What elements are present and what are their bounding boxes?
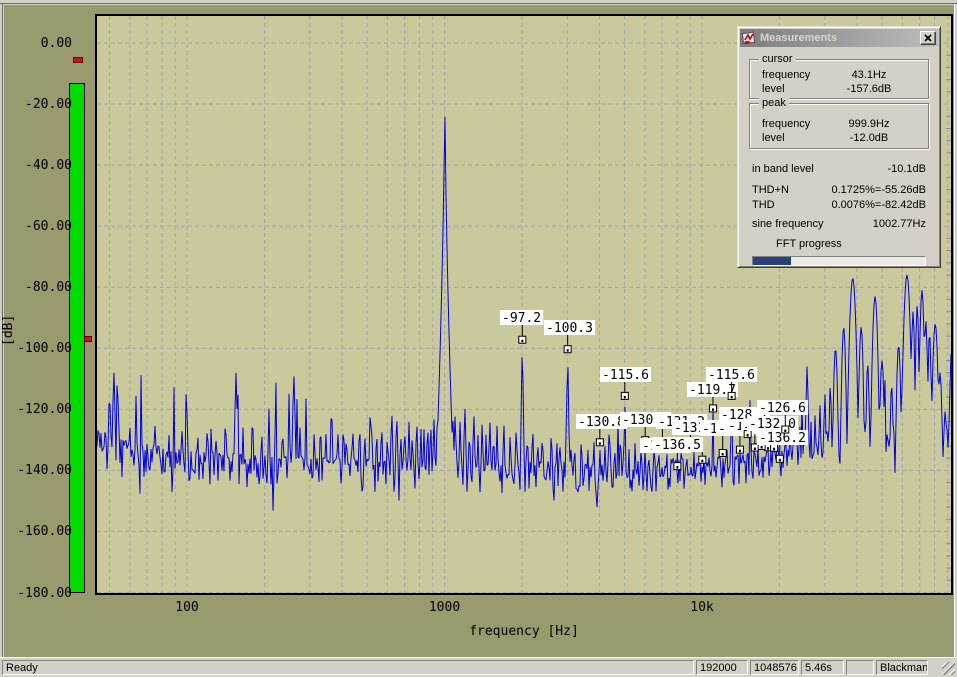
status-bar: Ready 192000 1048576 5.46s Blackman <box>0 657 957 677</box>
close-icon <box>924 34 932 42</box>
peak-level-row: level -12.0dB <box>750 131 928 145</box>
y-tick-label: 0.00 <box>40 36 72 51</box>
level-meter-peak-mark <box>73 57 83 63</box>
fft-progress-fill <box>753 257 791 265</box>
measurements-window: Measurements cursor frequency 43.1Hz lev… <box>737 26 941 268</box>
thdn-row: THD+N 0.1725%=-55.26dB <box>740 184 938 197</box>
measurements-body: cursor frequency 43.1Hz level -157.6dB p… <box>740 47 938 266</box>
fft-progress-bar <box>752 256 926 266</box>
x-tick-label: 1000 <box>428 600 461 615</box>
status-fft-size: 1048576 <box>750 660 799 675</box>
fft-analyzer-app: { "app": { "yaxis_title": "[dB]", "xaxis… <box>0 0 957 677</box>
close-button[interactable] <box>920 31 936 45</box>
y-axis-title: [dB] <box>1 314 16 346</box>
cursor-level-value: -157.6dB <box>846 83 892 95</box>
y-tick-label: -120.00 <box>17 402 72 418</box>
status-window-function: Blackman <box>876 660 928 675</box>
status-extra <box>846 660 874 675</box>
peak-frequency-row: frequency 999.9Hz <box>750 117 928 131</box>
thd-row: THD 0.0076%=-82.42dB <box>740 199 938 212</box>
y-tick-label: -60.00 <box>25 219 72 235</box>
thd-value: 0.0076%=-82.42dB <box>831 199 927 211</box>
y-tick-label: -100.00 <box>17 341 72 357</box>
cursor-frequency-value: 43.1Hz <box>851 69 887 81</box>
peak-frequency-value: 999.9Hz <box>848 118 890 130</box>
sine-frequency-label: sine frequency <box>752 218 824 230</box>
y-tick-label: -140.00 <box>17 463 72 479</box>
peak-frequency-label: frequency <box>762 118 811 130</box>
cursor-group: cursor frequency 43.1Hz level -157.6dB <box>749 53 929 99</box>
thdn-value: 0.1725%=-55.26dB <box>831 184 927 196</box>
cursor-frequency-label: frequency <box>762 69 811 81</box>
in-band-level-row: in band level -10.1dB <box>740 163 938 176</box>
y-tick-label: -160.00 <box>17 524 72 540</box>
in-band-level-label: in band level <box>752 163 814 175</box>
fft-progress-label: FFT progress <box>776 238 842 250</box>
sine-frequency-row: sine frequency 1002.77Hz <box>740 218 938 231</box>
y-tick-label: -180.00 <box>17 585 72 601</box>
window-frame-top <box>0 0 957 4</box>
peak-group-legend: peak <box>759 97 789 109</box>
measurements-window-icon <box>742 31 756 45</box>
status-ready: Ready <box>2 660 694 675</box>
x-tick-label: 10k <box>690 600 714 615</box>
resize-grip[interactable] <box>942 662 955 675</box>
cursor-group-legend: cursor <box>759 53 796 65</box>
measurements-titlebar[interactable]: Measurements <box>740 29 938 47</box>
y-tick-label: -20.00 <box>25 97 72 113</box>
x-axis-title: frequency [Hz] <box>469 624 579 639</box>
peak-level-value: -12.0dB <box>849 132 889 144</box>
peak-level-label: level <box>762 132 785 144</box>
level-meter-secondary-mark <box>84 336 92 342</box>
sine-frequency-value: 1002.77Hz <box>872 218 926 230</box>
cursor-frequency-row: frequency 43.1Hz <box>750 68 928 82</box>
status-sample-rate: 192000 <box>696 660 748 675</box>
thd-label: THD <box>752 199 775 211</box>
y-tick-label: -40.00 <box>25 158 72 174</box>
x-tick-label: 100 <box>175 600 199 615</box>
cursor-level-label: level <box>762 83 785 95</box>
cursor-level-row: level -157.6dB <box>750 82 928 96</box>
status-time: 5.46s <box>801 660 844 675</box>
peak-group: peak frequency 999.9Hz level -12.0dB <box>749 97 929 149</box>
measurements-title: Measurements <box>760 32 838 44</box>
in-band-level-value: -10.1dB <box>887 163 926 175</box>
y-tick-label: -80.00 <box>25 280 72 296</box>
thdn-label: THD+N <box>752 184 789 196</box>
fft-progress-label-row: FFT progress <box>740 238 938 251</box>
